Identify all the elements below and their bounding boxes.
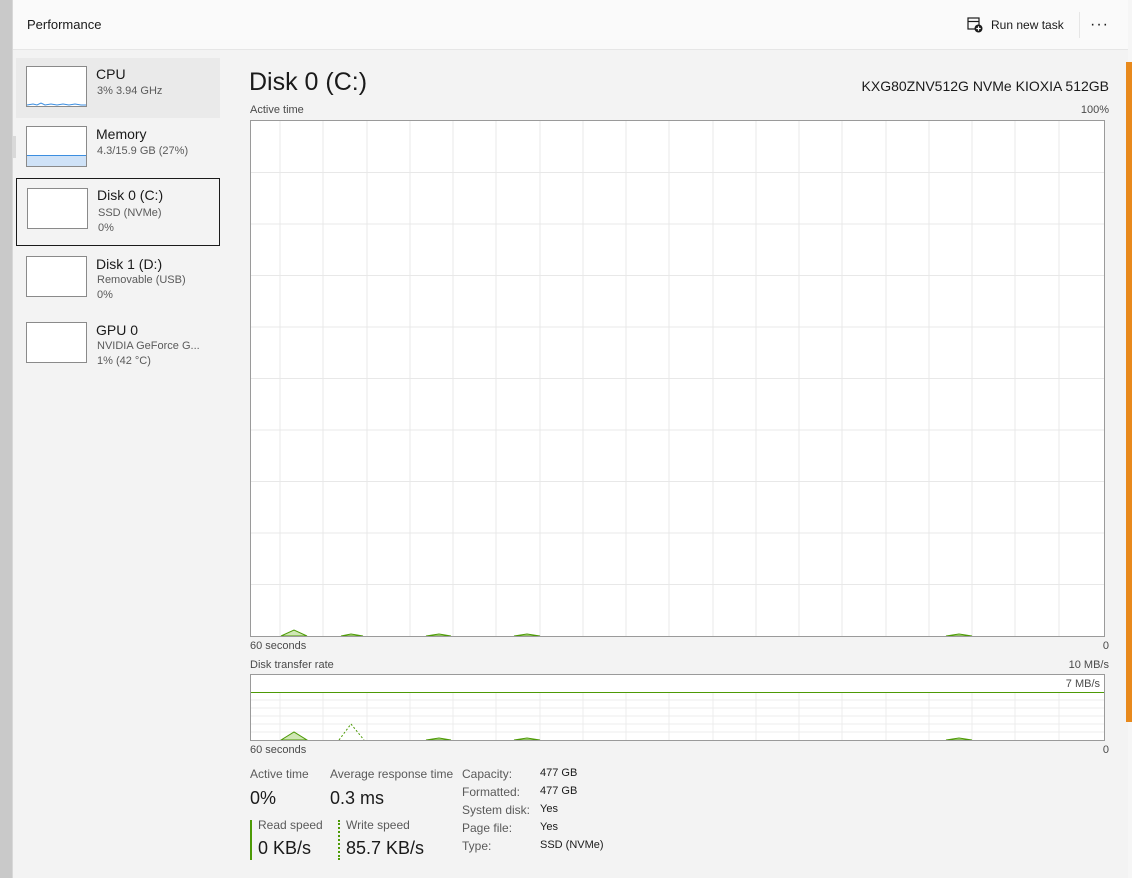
disk-title: Disk 0 (C:) xyxy=(249,68,368,96)
type-value: SSD (NVMe) xyxy=(540,839,604,851)
disk-detail-panel: Disk 0 (C:) KXG80ZNV512G NVMe KIOXIA 512… xyxy=(249,50,1109,878)
transfer-rate-ref-label: 7 MB/s xyxy=(1062,678,1100,690)
sidebar-item-usage: 1% (42 °C) xyxy=(97,355,151,367)
sidebar-item-label: Disk 0 (C:) xyxy=(97,187,164,203)
transfer-rate-max-label: 10 MB/s xyxy=(1068,659,1109,671)
capacity-label: Capacity: xyxy=(462,767,513,781)
active-time-chart xyxy=(250,120,1105,637)
transfer-rate-chart-label: Disk transfer rate xyxy=(250,659,334,671)
active-time-stat-label: Active time xyxy=(250,767,309,781)
sidebar-item-label: Memory xyxy=(96,126,147,142)
sidebar-item-detail: NVIDIA GeForce G... xyxy=(97,340,200,352)
active-time-duration-label: 60 seconds xyxy=(250,640,307,652)
write-speed-value: 85.7 KB/s xyxy=(346,838,425,858)
page-title: Performance xyxy=(27,17,102,32)
title-bar: Performance Run new task ··· xyxy=(13,0,1129,50)
run-new-task-label: Run new task xyxy=(991,18,1064,32)
transfer-rate-chart: 7 MB/s xyxy=(250,674,1105,741)
formatted-value: 477 GB xyxy=(540,785,578,797)
system-disk-value: Yes xyxy=(540,803,558,815)
write-speed-label: Write speed xyxy=(346,818,410,832)
sidebar-item-detail: 4.3/15.9 GB (27%) xyxy=(97,145,189,157)
disk-1-thumbnail-graph xyxy=(26,256,87,297)
sidebar-item-usage: 0% xyxy=(97,289,113,301)
avg-response-label: Average response time xyxy=(330,767,454,781)
transfer-rate-min-label: 0 xyxy=(1102,744,1109,756)
read-speed-legend-line xyxy=(250,820,252,860)
more-icon: ··· xyxy=(1090,16,1109,33)
sidebar-item-gpu-0[interactable]: GPU 0 NVIDIA GeForce G... 1% (42 °C) xyxy=(16,314,220,374)
sidebar-item-detail: Removable (USB) xyxy=(97,274,186,286)
page-file-value: Yes xyxy=(540,821,558,833)
capacity-value: 477 GB xyxy=(540,767,578,779)
cpu-thumbnail-graph xyxy=(26,66,87,107)
sidebar-item-disk-1[interactable]: Disk 1 (D:) Removable (USB) 0% xyxy=(16,248,220,308)
transfer-rate-duration-label: 60 seconds xyxy=(250,744,307,756)
disk-0-thumbnail-graph xyxy=(27,188,88,229)
background-window-edge xyxy=(1126,62,1132,722)
sidebar-item-label: CPU xyxy=(96,66,126,82)
avg-response-value: 0.3 ms xyxy=(330,788,385,808)
sidebar: CPU 3% 3.94 GHz Memory 4.3/15.9 GB (27%)… xyxy=(13,50,227,878)
read-speed-value: 0 KB/s xyxy=(258,838,312,858)
formatted-label: Formatted: xyxy=(462,785,521,799)
sidebar-item-memory[interactable]: Memory 4.3/15.9 GB (27%) xyxy=(16,118,220,178)
run-task-icon xyxy=(967,17,983,33)
gpu-0-thumbnail-graph xyxy=(26,322,87,363)
disk-model: KXG80ZNV512G NVMe KIOXIA 512GB xyxy=(861,78,1109,94)
type-label: Type: xyxy=(462,839,492,853)
more-options-button[interactable]: ··· xyxy=(1079,12,1119,38)
task-manager-window: Performance Run new task ··· CPU 3% 3.94… xyxy=(12,0,1129,878)
run-new-task-button[interactable]: Run new task xyxy=(967,14,1064,36)
memory-thumbnail-graph xyxy=(26,126,87,167)
sidebar-item-label: Disk 1 (D:) xyxy=(96,256,163,272)
sidebar-item-detail: 3% 3.94 GHz xyxy=(97,85,163,97)
active-time-stat-value: 0% xyxy=(250,788,277,808)
active-time-chart-label: Active time xyxy=(250,104,304,116)
sidebar-item-detail: SSD (NVMe) xyxy=(98,207,162,219)
active-time-max-label: 100% xyxy=(1080,104,1109,116)
system-disk-label: System disk: xyxy=(462,803,531,817)
active-time-min-label: 0 xyxy=(1102,640,1109,652)
sidebar-item-usage: 0% xyxy=(98,222,114,234)
page-file-label: Page file: xyxy=(462,821,513,835)
sidebar-item-cpu[interactable]: CPU 3% 3.94 GHz xyxy=(16,58,220,118)
read-speed-label: Read speed xyxy=(258,818,323,832)
write-speed-legend-line xyxy=(338,820,340,860)
sidebar-item-disk-0[interactable]: Disk 0 (C:) SSD (NVMe) 0% xyxy=(16,178,220,246)
sidebar-item-label: GPU 0 xyxy=(96,322,139,338)
